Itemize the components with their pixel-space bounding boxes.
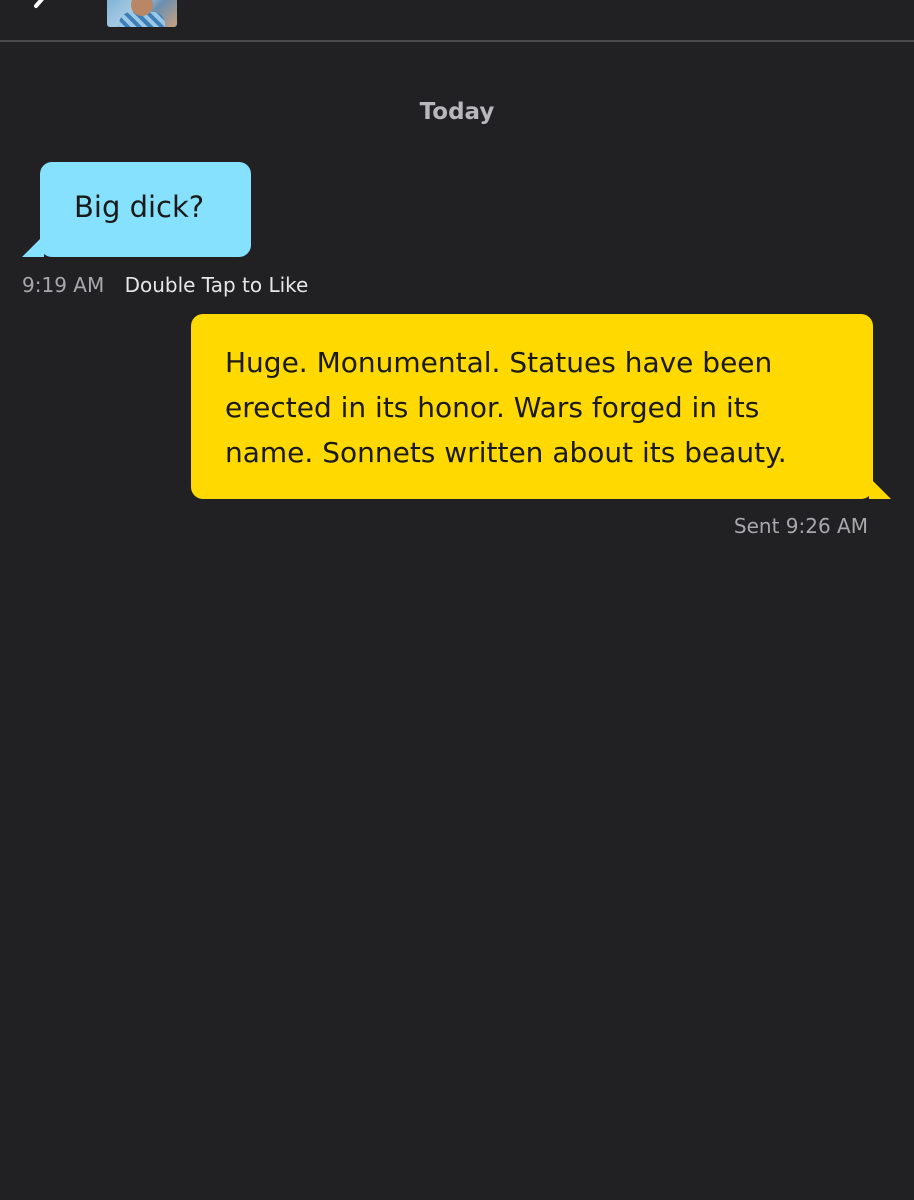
incoming-message-text: Big dick? — [74, 190, 205, 224]
avatar[interactable] — [107, 0, 177, 27]
incoming-message-bubble[interactable]: Big dick? — [22, 162, 251, 257]
chevron-left-icon[interactable] — [28, 0, 58, 16]
date-separator: Today — [419, 99, 495, 125]
outgoing-message-text: Huge. Monumental. Statues have been erec… — [225, 346, 787, 469]
bubble-tail — [869, 477, 891, 499]
chat-header — [0, 0, 914, 42]
bubble-tail — [22, 235, 44, 257]
incoming-message-meta: 9:19 AM Double Tap to Like — [22, 273, 308, 297]
double-tap-like-hint[interactable]: Double Tap to Like — [125, 273, 309, 297]
outgoing-message-status: Sent 9:26 AM — [733, 514, 868, 538]
outgoing-message-bubble[interactable]: Huge. Monumental. Statues have been erec… — [191, 314, 891, 499]
incoming-message-time: 9:19 AM — [22, 273, 105, 297]
